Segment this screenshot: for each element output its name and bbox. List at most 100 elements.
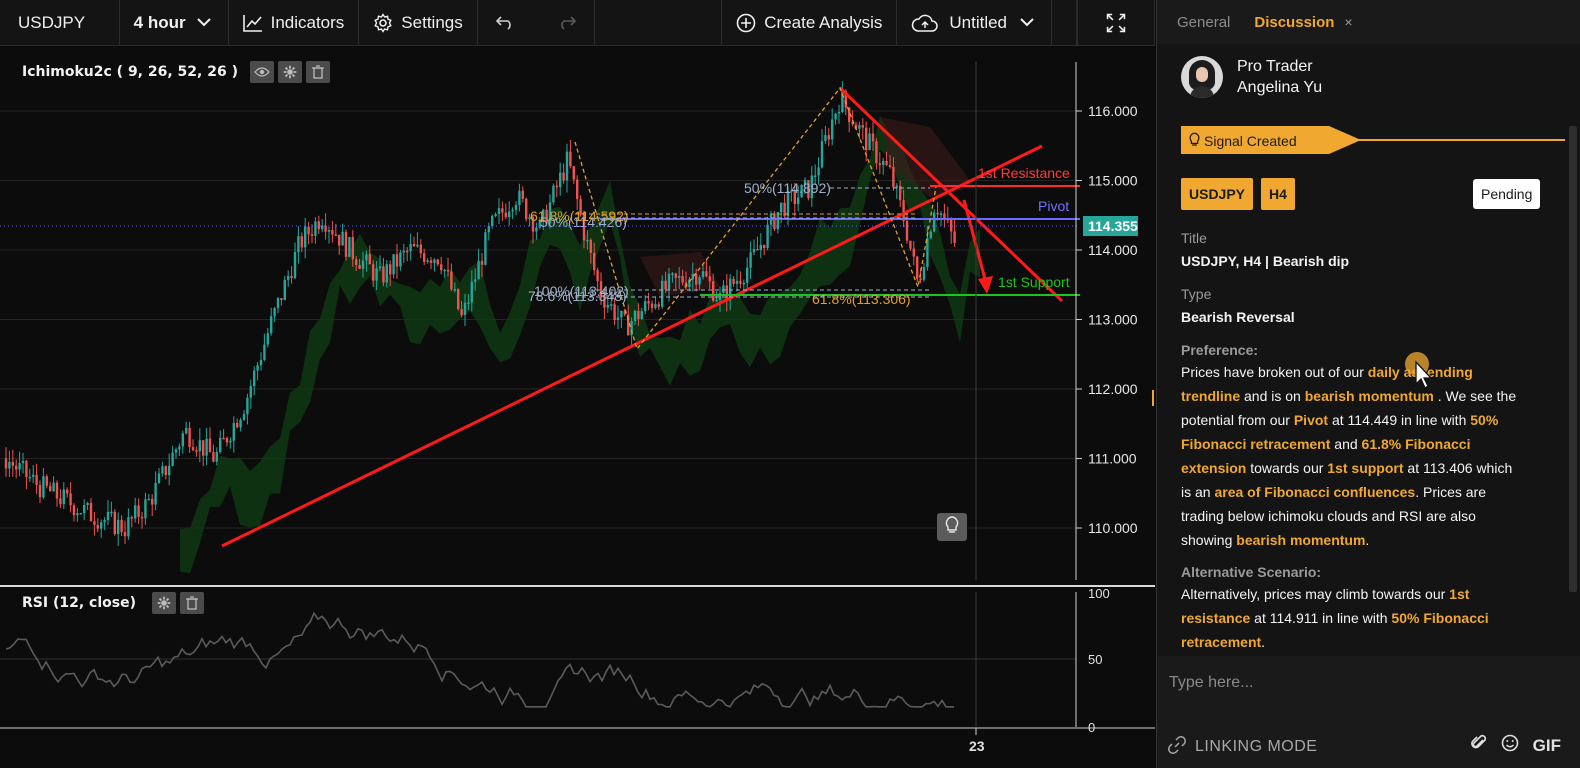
time-axis-label-23: 23 (969, 738, 985, 754)
chart-area[interactable]: 1st Resistance Pivot 1st Support 50%(114… (0, 47, 1155, 768)
signal-label: Signal Created (1204, 133, 1297, 149)
price-tick-label: 115.000 (1088, 173, 1138, 189)
save-layout-dropdown[interactable]: Untitled (897, 0, 1053, 45)
panel-scrollbar-thumb[interactable] (1569, 126, 1577, 592)
message-input[interactable] (1169, 668, 1569, 698)
create-analysis-label: Create Analysis (764, 12, 883, 32)
alternative-scenario-text: Alternatively, prices may climb towards … (1181, 586, 1489, 650)
undo-icon[interactable] (495, 13, 515, 33)
interval-label: 4 hour (133, 12, 186, 32)
signal-created-banner: Signal Created (1181, 124, 1565, 156)
ichimoku-cloud (180, 115, 980, 574)
ascending-trendline[interactable] (221, 144, 1043, 548)
undo-redo-group (478, 0, 596, 45)
ichimoku-indicator-name: Ichimoku2c ( 9, 26, 52, 26 ) (22, 64, 238, 80)
gear-icon[interactable] (277, 61, 302, 83)
link-pivot[interactable]: Pivot (1294, 412, 1328, 428)
title-label: Title (1181, 230, 1207, 246)
resistance-label: 1st Resistance (978, 165, 1070, 181)
author-text: Pro Trader Angelina Yu (1237, 56, 1322, 98)
symbol-label: USDJPY (18, 12, 86, 32)
link-fib-confluence[interactable]: area of Fibonacci confluences (1214, 484, 1415, 500)
rsi-indicator-name: RSI (12, close) (22, 595, 136, 611)
preference-label: Preference: (1181, 342, 1259, 358)
app-root: USDJPY 4 hour Indicators Settings Create… (0, 0, 1580, 768)
type-value: Bearish Reversal (1181, 309, 1295, 325)
gif-button[interactable]: GIF (1533, 736, 1561, 756)
price-axis[interactable]: 116.000 115.000 114.000 113.000 112.000 111.0… (1075, 62, 1138, 580)
chevron-down-icon (1017, 13, 1037, 33)
gear-icon (373, 12, 393, 33)
author-name: Angelina Yu (1237, 79, 1323, 96)
current-price-value: 114.355 (1088, 218, 1138, 234)
fullscreen-button[interactable] (1077, 0, 1155, 45)
emoji-icon[interactable] (1501, 734, 1519, 757)
avatar[interactable] (1181, 56, 1223, 98)
descending-trendline[interactable] (838, 86, 1064, 303)
rsi-indicator-legend: RSI (12, close) (22, 592, 204, 614)
tab-discussion[interactable]: Discussion × (1254, 14, 1352, 31)
indicators-label: Indicators (270, 12, 345, 32)
signal-created-text: Signal Created (1189, 132, 1297, 150)
cloud-upload-icon (911, 13, 939, 33)
gear-icon[interactable] (151, 592, 176, 614)
symbol-selector[interactable]: USDJPY (0, 0, 120, 45)
tag-timeframe[interactable]: H4 (1261, 178, 1295, 210)
rsi-line (5, 611, 954, 708)
rsi-tick-50: 50 (1088, 652, 1102, 667)
title-value: USDJPY, H4 | Bearish dip (1181, 253, 1350, 269)
price-chart-canvas[interactable]: 1st Resistance Pivot 1st Support 50%(114… (0, 47, 1155, 768)
trash-icon[interactable] (179, 592, 204, 614)
preference-text: Prices have broken out of our daily asce… (1181, 364, 1517, 548)
price-axis-ticks: 116.000 115.000 114.000 113.000 112.000 111.0… (1076, 103, 1138, 536)
price-tick-label: 112.000 (1088, 381, 1138, 397)
price-tick-label: 113.000 (1088, 312, 1138, 328)
tab-discussion-label: Discussion (1254, 13, 1335, 31)
tag-symbol[interactable]: USDJPY (1181, 178, 1254, 210)
trash-icon[interactable] (305, 61, 330, 83)
mouse-cursor (1405, 350, 1435, 395)
signal-tags: USDJPY H4 (1181, 178, 1295, 210)
linking-mode-toggle[interactable]: LINKING MODE (1167, 735, 1317, 760)
lightbulb-button[interactable] (937, 513, 967, 541)
paperclip-icon[interactable] (1470, 734, 1487, 757)
interval-dropdown[interactable]: 4 hour (120, 0, 229, 45)
expand-icon (1106, 13, 1126, 33)
eye-icon[interactable] (249, 61, 274, 83)
ichimoku-indicator-legend: Ichimoku2c ( 9, 26, 52, 26 ) (22, 61, 330, 83)
author-info: Pro Trader Angelina Yu (1181, 56, 1322, 98)
signal-card: Pro Trader Angelina Yu Signal Created US (1157, 44, 1567, 656)
panel-scrollbar[interactable] (1567, 44, 1580, 656)
chevron-down-icon (194, 13, 214, 33)
bearish-arrow-head (978, 276, 993, 294)
chart-line-icon (242, 13, 263, 33)
toolbar-spacer-2 (1052, 0, 1078, 45)
redo-icon[interactable] (557, 13, 577, 33)
lightbulb-icon (1189, 132, 1200, 150)
chart-toolbar: USDJPY 4 hour Indicators Settings Create… (0, 0, 1155, 46)
settings-button[interactable]: Settings (359, 0, 478, 45)
create-analysis-button[interactable]: Create Analysis (722, 0, 898, 45)
link-bearish-momentum-2[interactable]: bearish momentum (1236, 532, 1365, 548)
close-icon[interactable]: × (1344, 14, 1352, 30)
indicators-button[interactable]: Indicators (229, 0, 360, 45)
settings-label: Settings (401, 12, 463, 32)
tab-general[interactable]: General (1177, 14, 1230, 31)
analysis-panel: General Discussion × Pro Trader Angelina… (1156, 0, 1580, 768)
fib-50-lower-label: 50%(114.426) (540, 214, 627, 230)
message-composer (1157, 660, 1580, 720)
composer-actions: GIF (1470, 734, 1561, 757)
status-badge: Pending (1473, 179, 1541, 209)
pivot-label: Pivot (1038, 198, 1069, 214)
plus-circle-icon (736, 13, 756, 33)
layout-name: Untitled (949, 12, 1008, 32)
toolbar-spacer (595, 0, 723, 45)
support-label: 1st Support (998, 274, 1070, 290)
panel-tabs: General Discussion × (1157, 0, 1580, 44)
link-1st-support[interactable]: 1st support (1327, 460, 1403, 476)
price-tick-label: 114.000 (1088, 242, 1138, 258)
author-role: Pro Trader (1237, 58, 1313, 75)
lightbulb-icon (945, 515, 959, 539)
rsi-tick-100: 100 (1088, 586, 1110, 601)
panel-footer: LINKING MODE GIF (1157, 726, 1580, 768)
